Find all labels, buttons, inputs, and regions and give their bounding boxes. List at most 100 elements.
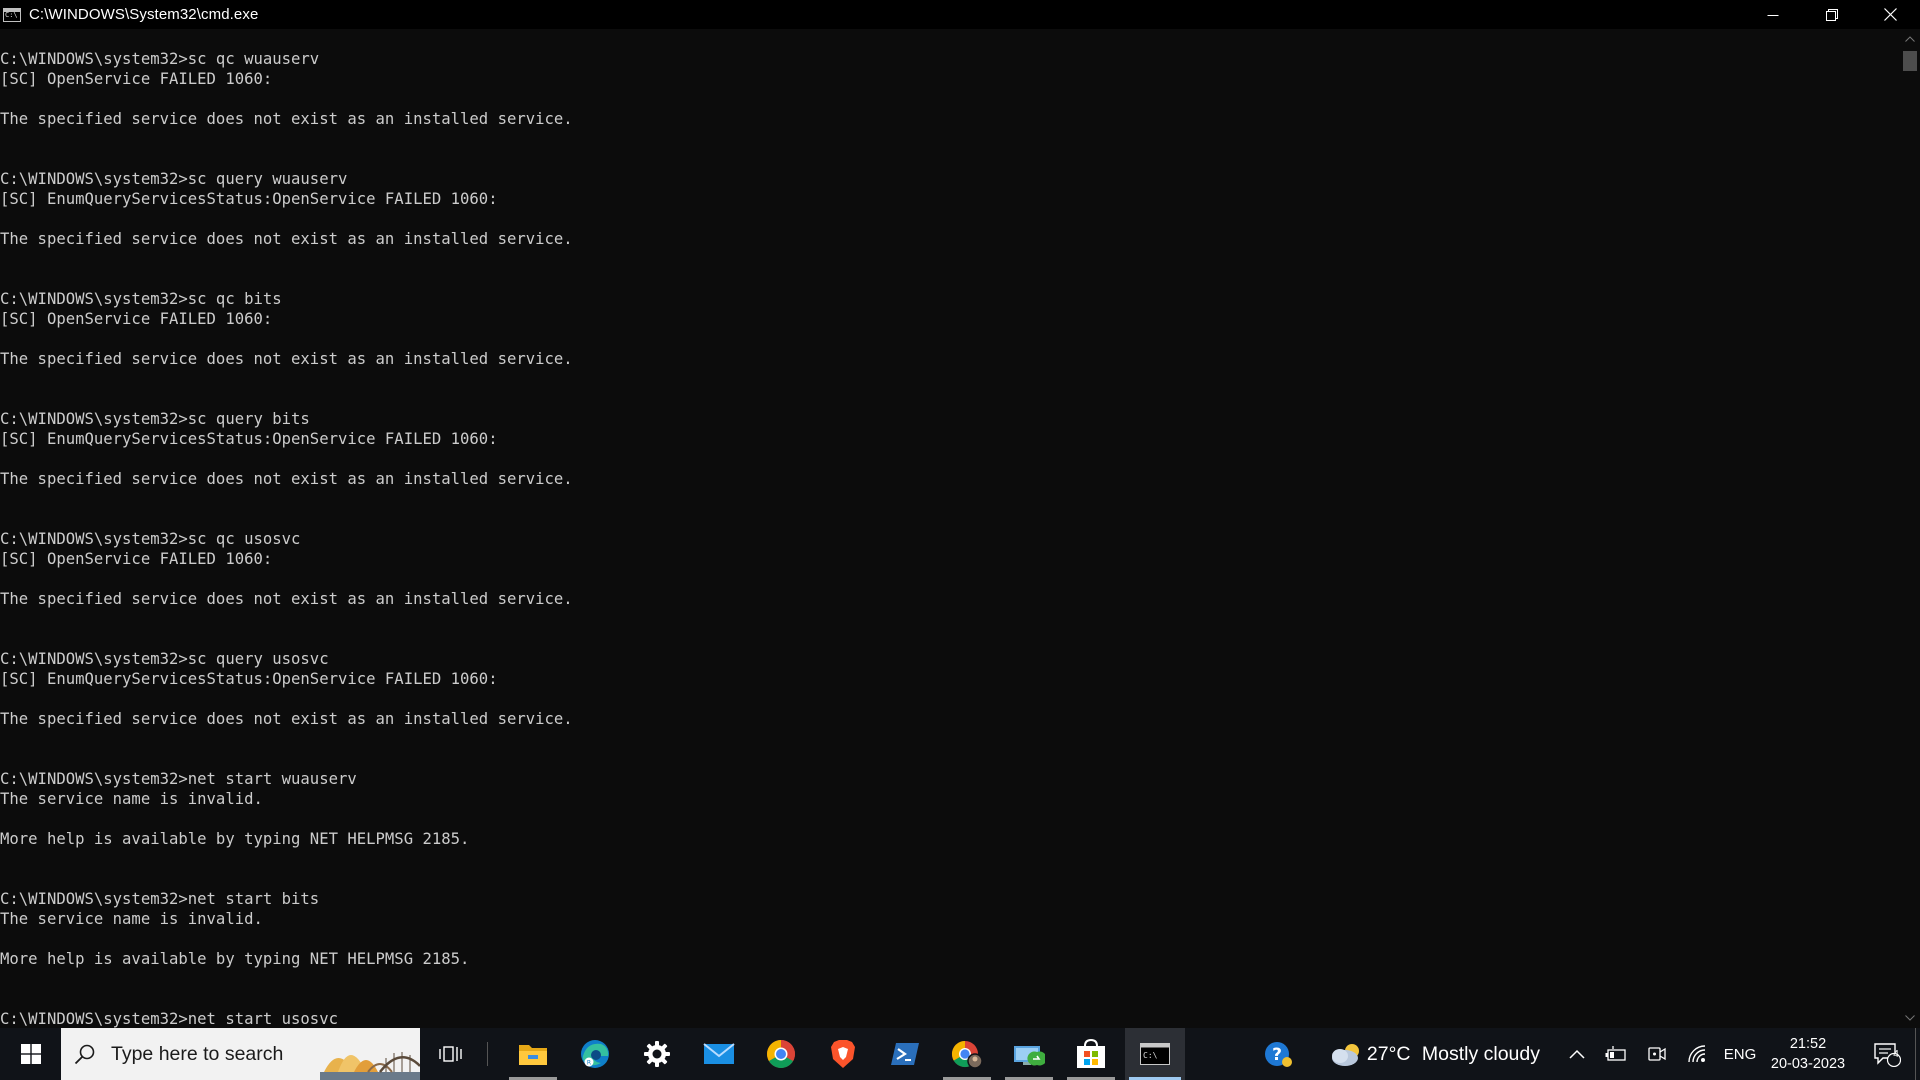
chevron-down-icon xyxy=(1905,1015,1915,1021)
taskbar-app-brave[interactable] xyxy=(815,1028,871,1080)
console-line: The specified service does not exist as … xyxy=(0,230,573,248)
store-icon xyxy=(1077,1039,1105,1068)
console-line: The specified service does not exist as … xyxy=(0,590,573,608)
gear-icon xyxy=(644,1041,670,1067)
taskbar: Type here to search R C:\ ? 27°C Mostly … xyxy=(0,1028,1920,1080)
taskbar-app-command-prompt[interactable]: C:\ xyxy=(1125,1028,1185,1080)
tray-network-button[interactable] xyxy=(1683,1028,1713,1080)
weather-temperature: 27°C xyxy=(1366,1042,1411,1065)
clock-time: 21:52 xyxy=(1789,1036,1827,1052)
taskbar-divider xyxy=(487,1042,488,1066)
remote-desktop-icon xyxy=(1014,1046,1045,1066)
svg-text:C:\: C:\ xyxy=(1143,1051,1158,1060)
search-highlight-opera-house-icon xyxy=(320,1028,420,1080)
taskbar-app-powershell[interactable] xyxy=(877,1028,933,1080)
taskbar-app-mail[interactable] xyxy=(691,1028,747,1080)
console-line: The specified service does not exist as … xyxy=(0,470,573,488)
taskbar-app-settings[interactable] xyxy=(629,1028,685,1080)
battery-icon xyxy=(1605,1046,1626,1061)
weather-condition: Mostly cloudy xyxy=(1421,1042,1540,1065)
action-center-button[interactable]: 4 xyxy=(1864,1028,1910,1080)
console-line: C:\WINDOWS\system32>sc query usosvc xyxy=(0,650,329,668)
taskbar-clock[interactable]: 21:52 20-03-2023 xyxy=(1762,1028,1854,1080)
console-line: More help is available by typing NET HEL… xyxy=(0,950,470,968)
console-line: The specified service does not exist as … xyxy=(0,710,573,728)
scroll-up-button[interactable] xyxy=(1900,29,1920,49)
console-line: C:\WINDOWS\system32>sc qc usosvc xyxy=(0,530,301,548)
taskbar-app-edge[interactable]: R xyxy=(567,1028,623,1080)
brave-icon xyxy=(831,1040,855,1068)
show-hidden-icons-button[interactable] xyxy=(1562,1028,1592,1080)
taskbar-app-chrome-profile[interactable] xyxy=(939,1028,995,1080)
window-title: C:\WINDOWS\System32\cmd.exe xyxy=(29,6,259,23)
restore-button[interactable] xyxy=(1802,0,1861,29)
console-line: The specified service does not exist as … xyxy=(0,350,573,368)
restore-icon xyxy=(1825,8,1838,21)
tray-camera-button[interactable] xyxy=(1642,1028,1672,1080)
console-line: C:\WINDOWS\system32>sc query wuauserv xyxy=(0,170,348,188)
scrollbar-thumb[interactable] xyxy=(1903,51,1917,71)
chevron-up-icon xyxy=(1569,1049,1585,1059)
task-view-button[interactable] xyxy=(425,1028,477,1080)
close-button[interactable] xyxy=(1861,0,1920,29)
console-line: The service name is invalid. xyxy=(0,790,263,808)
tray-battery-button[interactable] xyxy=(1601,1028,1631,1080)
title-bar[interactable]: C:\WINDOWS\System32\cmd.exe xyxy=(0,0,1920,29)
console-line: [SC] EnumQueryServicesStatus:OpenService… xyxy=(0,430,498,448)
console-line: C:\WINDOWS\system32>net start usosvc xyxy=(0,1010,338,1028)
console-line: [SC] OpenService FAILED 1060: xyxy=(0,70,273,88)
console-line: C:\WINDOWS\system32>sc query bits xyxy=(0,410,310,428)
console-output[interactable]: C:\WINDOWS\system32>sc qc wuauserv [SC] O… xyxy=(0,29,1900,1028)
clock-date: 20-03-2023 xyxy=(1770,1056,1846,1072)
edge-icon: R xyxy=(581,1040,609,1068)
powershell-icon xyxy=(891,1043,919,1065)
scroll-down-button[interactable] xyxy=(1900,1008,1920,1028)
taskbar-app-chrome[interactable] xyxy=(753,1028,809,1080)
console-line: The specified service does not exist as … xyxy=(0,110,573,128)
console-line: C:\WINDOWS\system32>net start bits xyxy=(0,890,320,908)
taskbar-app-microsoft-store[interactable] xyxy=(1063,1028,1119,1080)
taskbar-app-file-explorer[interactable] xyxy=(505,1028,561,1080)
vertical-scrollbar[interactable] xyxy=(1900,29,1920,1028)
minimize-icon xyxy=(1767,14,1778,16)
task-view-icon xyxy=(439,1046,462,1062)
close-icon xyxy=(1884,8,1897,21)
taskbar-search-box[interactable]: Type here to search xyxy=(61,1028,420,1080)
show-desktop-button[interactable] xyxy=(1915,1028,1920,1080)
console-line: C:\WINDOWS\system32>net start wuauserv xyxy=(0,770,357,788)
input-language-button[interactable]: ENG xyxy=(1720,1028,1760,1080)
console-line: [SC] EnumQueryServicesStatus:OpenService… xyxy=(0,190,498,208)
console-line: C:\WINDOWS\system32>sc qc wuauserv xyxy=(0,50,320,68)
start-button[interactable] xyxy=(0,1028,61,1080)
minimize-button[interactable] xyxy=(1743,0,1802,29)
webcam-icon xyxy=(1648,1047,1666,1061)
folder-icon xyxy=(519,1045,547,1065)
console-line: [SC] OpenService FAILED 1060: xyxy=(0,550,273,568)
help-tips-button[interactable]: ? xyxy=(1258,1028,1298,1080)
chrome-icon xyxy=(767,1040,795,1068)
console-line: More help is available by typing NET HEL… xyxy=(0,830,470,848)
weather-widget[interactable]: 27°C Mostly cloudy xyxy=(1330,1028,1540,1080)
console-line: The service name is invalid. xyxy=(0,910,263,928)
svg-text:?: ? xyxy=(1272,1045,1282,1065)
mail-icon xyxy=(703,1043,735,1064)
taskbar-app-remote-desktop[interactable] xyxy=(1001,1028,1057,1080)
chevron-up-icon xyxy=(1905,36,1915,42)
cmd-icon xyxy=(3,7,21,22)
